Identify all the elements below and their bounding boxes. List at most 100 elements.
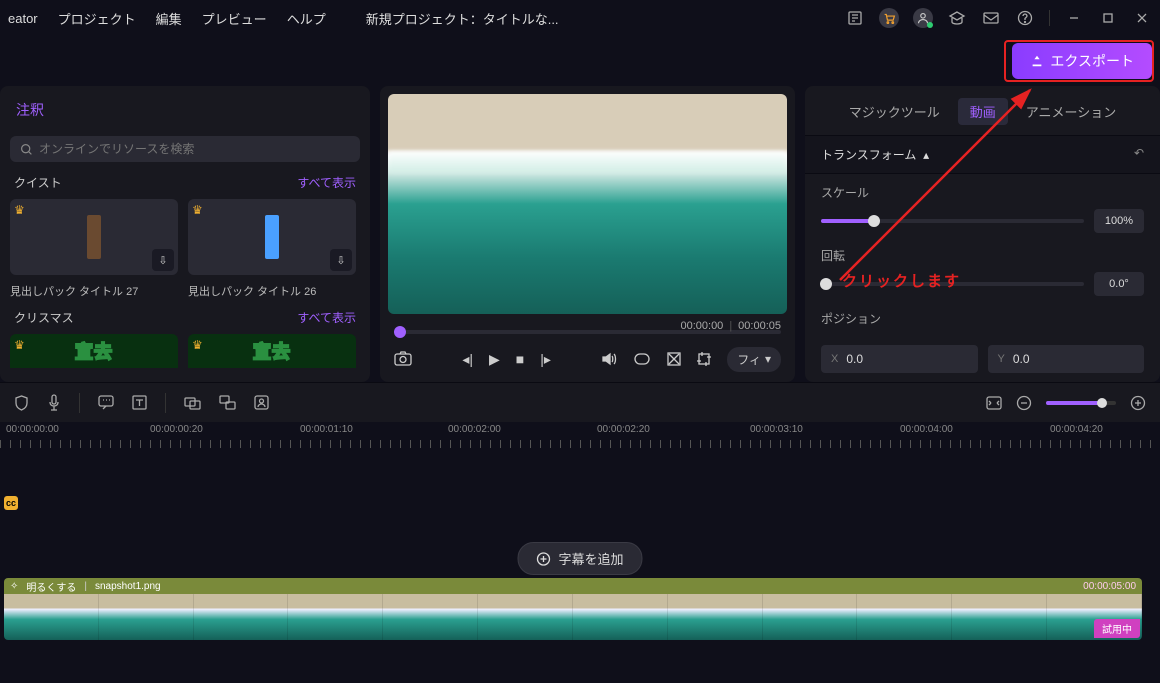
template-thumb-xmas1[interactable]: ♛ 宣去 [10,334,178,368]
rotate-slider[interactable] [821,282,1084,286]
mail-icon[interactable] [981,8,1001,28]
grid-icon[interactable] [667,352,681,366]
rotate-label: 回転 [821,247,1144,264]
zoom-out-icon[interactable] [1016,395,1032,411]
download-icon[interactable]: ⇩ [152,249,174,271]
shield-icon[interactable] [14,395,29,411]
timeline-tracks[interactable]: cc 字幕を追加 ✧ 明るくする | snapshot1.png 00:00:0… [0,450,1160,650]
user-icon[interactable] [913,8,933,28]
ruler-tick: 00:00:01:10 [300,424,353,435]
notes-icon[interactable] [845,8,865,28]
zoom-in-icon[interactable] [1130,395,1146,411]
category-label-xmas: クリスマス [14,309,74,326]
position-label: ポジション [821,310,1144,327]
volume-icon[interactable] [601,352,617,366]
tab-video[interactable]: 動画 [958,98,1008,125]
ruler-tick: 00:00:04:20 [1050,424,1103,435]
export-button[interactable]: エクスポート [1012,43,1152,79]
crown-icon: ♛ [14,203,25,217]
quality-selector[interactable]: フィ▾ [727,347,781,372]
reset-icon[interactable]: ↶ [1134,146,1144,163]
menu-preview[interactable]: プレビュー [202,9,267,28]
academy-icon[interactable] [947,8,967,28]
export-button-label: エクスポート [1050,51,1134,71]
snapshot-button[interactable] [394,351,412,367]
next-frame-button[interactable]: |▸ [540,351,551,368]
tab-animation[interactable]: アニメーション [1026,102,1116,121]
export-icon [1030,54,1044,68]
template-thumb-27[interactable]: ♛ ⇩ [10,199,178,275]
close-icon[interactable] [1132,8,1152,28]
mic-icon[interactable] [47,394,61,411]
play-button[interactable]: ▶ [489,351,500,368]
thumb-label: 見出しパック タイトル 27 [0,279,168,305]
resource-tab-annotation[interactable]: 注釈 [0,86,370,130]
fit-icon[interactable] [986,396,1002,410]
minimize-icon[interactable] [1064,8,1084,28]
overlay-icon[interactable] [184,395,201,410]
properties-panel: マジックツール 動画 アニメーション トランスフォーム ▴ ↶ スケール 100… [805,86,1160,382]
ruler-tick: 00:00:02:20 [597,424,650,435]
download-icon[interactable]: ⇩ [330,249,352,271]
search-icon [20,143,33,156]
timeline-ruler[interactable]: 00:00:00:00 00:00:00:20 00:00:01:10 00:0… [0,422,1160,450]
crown-icon: ♛ [192,203,203,217]
ruler-tick: 00:00:03:10 [750,424,803,435]
thumb-label: 見出しパック タイトル 26 [178,279,346,305]
loop-icon[interactable] [633,352,651,366]
scale-label: スケール [821,184,1144,201]
person-icon[interactable] [254,395,269,410]
chat-icon[interactable] [98,395,114,410]
position-y-input[interactable]: Y [988,345,1145,373]
project-title: 新規プロジェクト：タイトルな... [366,9,559,28]
clip-filename: snapshot1.png [95,581,161,592]
menu-edit[interactable]: 編集 [156,9,182,28]
cc-badge-icon: cc [4,496,18,510]
menu-help[interactable]: ヘルプ [287,9,326,28]
clip-thumbnails [4,594,1142,640]
text-icon[interactable] [132,395,147,410]
show-all-link[interactable]: すべて表示 [297,309,356,326]
maximize-icon[interactable] [1098,8,1118,28]
scale-value[interactable]: 100% [1094,209,1144,233]
tab-magic[interactable]: マジックツール [849,102,940,121]
crown-icon: ♛ [192,338,203,352]
time-current: 00:00:00 [680,320,723,332]
cart-icon[interactable] [879,8,899,28]
zoom-slider[interactable] [1046,401,1116,405]
video-preview[interactable] [388,94,787,314]
stop-button[interactable]: ■ [516,351,524,367]
rotate-value[interactable]: 0.0° [1094,272,1144,296]
preview-scrubber[interactable]: 00:00:00 | 00:00:05 [394,322,781,342]
time-total: 00:00:05 [738,320,781,332]
video-clip[interactable]: ✧ 明るくする | snapshot1.png 00:00:05:00 試用中 [4,578,1142,640]
clip-duration: 00:00:05:00 [1083,581,1136,592]
multi-icon[interactable] [219,395,236,410]
ruler-tick: 00:00:04:00 [900,424,953,435]
show-all-link[interactable]: すべて表示 [297,174,356,191]
section-transform[interactable]: トランスフォーム ▴ ↶ [805,135,1160,174]
ruler-tick: 00:00:00:20 [150,424,203,435]
template-thumb-26[interactable]: ♛ ⇩ [188,199,356,275]
search-input-container[interactable] [10,136,360,162]
category-label-quest: クイスト [14,174,62,191]
crown-icon: ♛ [14,338,25,352]
ruler-tick: 00:00:02:00 [448,424,501,435]
effect-icon: ✧ [10,581,18,592]
position-x-input[interactable]: X [821,345,978,373]
trial-badge: 試用中 [1094,619,1140,638]
clip-effect-name: 明るくする [26,579,76,594]
scale-slider[interactable] [821,219,1084,223]
ruler-tick: 00:00:00:00 [6,424,59,435]
menu-bar: eator プロジェクト 編集 プレビュー ヘルプ 新規プロジェクト：タイトルな… [0,0,1160,36]
resource-panel: 注釈 クイスト すべて表示 ♛ ⇩ ♛ ⇩ 見出しパック タイトル 27 見出し… [0,86,370,382]
crop-icon[interactable] [697,352,711,366]
timeline-toolbar [0,382,1160,422]
prev-frame-button[interactable]: ◂| [462,351,473,368]
help-icon[interactable] [1015,8,1035,28]
template-thumb-xmas2[interactable]: ♛ 宣去 [188,334,356,368]
add-subtitle-button[interactable]: 字幕を追加 [517,542,642,575]
menu-project[interactable]: プロジェクト [58,9,136,28]
plus-icon [536,552,550,566]
search-input[interactable] [39,142,350,156]
